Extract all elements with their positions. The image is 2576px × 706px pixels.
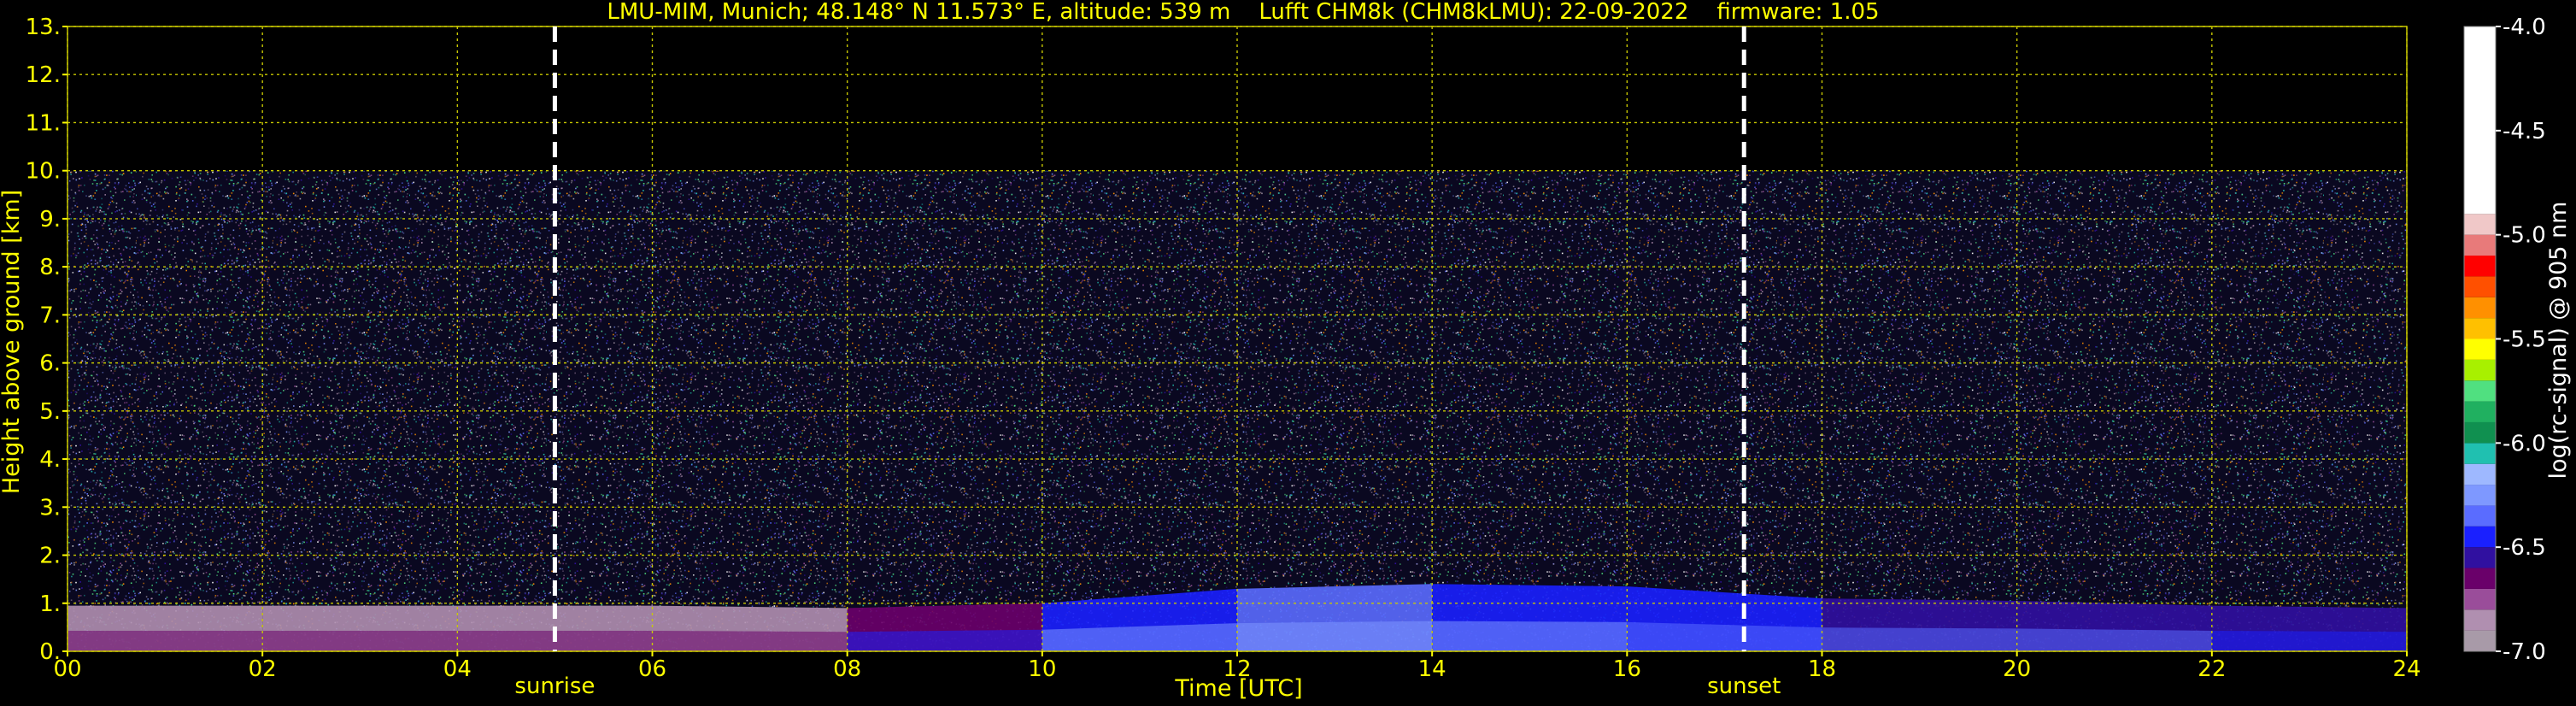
ceilometer-chart: LMU-MIM, Munich; 48.148° N 11.573° E, al…	[0, 0, 2572, 702]
y-tick-label: 3.	[39, 495, 61, 521]
colorbar-swatch	[2464, 526, 2496, 548]
colorbar-swatch	[2464, 505, 2496, 527]
x-tick-label: 20	[2003, 656, 2031, 682]
y-tick-label: 13.	[26, 15, 61, 40]
y-tick-label: 9.	[39, 207, 61, 232]
y-tick-label: 2.	[39, 544, 61, 569]
y-tick-label: 12.	[26, 62, 61, 88]
colorbar-swatch	[2464, 256, 2496, 277]
colorbar-swatch	[2464, 380, 2496, 402]
colorbar-swatch	[2464, 568, 2496, 589]
boundary-layer-core	[847, 629, 1042, 651]
colorbar-swatch	[2464, 588, 2496, 610]
boundary-layer-core	[2016, 628, 2212, 651]
x-tick-label: 22	[2198, 656, 2226, 682]
colorbar-tick-label: -6.0	[2503, 431, 2546, 456]
colorbar-swatch	[2464, 609, 2496, 631]
x-tick-label: 06	[638, 656, 666, 682]
colorbar-swatch	[2464, 214, 2496, 235]
boundary-layer-core	[67, 630, 263, 651]
colorbar-tick-label: -7.0	[2503, 639, 2546, 665]
y-tick-label: 1.	[39, 591, 61, 617]
colorbar-swatch	[2464, 630, 2496, 651]
boundary-layer-core	[262, 630, 458, 651]
colorbar-swatch	[2464, 26, 2496, 215]
y-axis-label: Height above ground [km]	[0, 190, 25, 494]
colorbar-swatch	[2464, 485, 2496, 506]
y-axis-ticks: 0. 1. 2. 3. 4. 5. 6. 7. 8. 9. 10. 11. 12. 13.	[26, 15, 67, 665]
sunrise-label: sunrise	[514, 674, 595, 699]
boundary-layer-core	[1822, 627, 2017, 651]
y-tick-label: 6.	[39, 351, 61, 377]
boundary-layer-core	[652, 630, 848, 651]
colorbar-tick-label: -5.0	[2503, 223, 2546, 249]
y-tick-label: 7.	[39, 303, 61, 328]
colorbar-swatch	[2464, 359, 2496, 381]
y-tick-label: 0.	[39, 639, 61, 665]
y-tick-label: 11.	[26, 110, 61, 136]
colorbar-tick-label: -5.5	[2503, 327, 2546, 353]
y-tick-label: 4.	[39, 447, 61, 473]
x-axis-label: Time [UTC]	[1174, 675, 1302, 702]
colorbar-tick-label: -6.5	[2503, 535, 2546, 561]
x-tick-label: 04	[443, 656, 472, 682]
colorbar-swatch	[2464, 338, 2496, 360]
colorbar-tick-label: -4.5	[2503, 119, 2546, 144]
colorbar-swatch	[2464, 276, 2496, 297]
x-tick-label: 24	[2392, 656, 2421, 682]
y-tick-label: 10.	[26, 159, 61, 185]
colorbar-tick-label: -4.0	[2503, 15, 2546, 40]
colorbar-swatch	[2464, 401, 2496, 422]
x-tick-label: 14	[1418, 656, 1446, 682]
colorbar-swatch	[2464, 297, 2496, 319]
chart-title: LMU-MIM, Munich; 48.148° N 11.573° E, al…	[607, 0, 1879, 25]
x-tick-label: 10	[1028, 656, 1056, 682]
colorbar-swatch	[2464, 318, 2496, 339]
boundary-layer-core	[1432, 621, 1628, 651]
colorbar-swatch	[2464, 443, 2496, 464]
boundary-layer-core	[1237, 621, 1433, 651]
colorbar-label: log(rc-signal) @ 905 nm	[2545, 202, 2572, 479]
x-tick-label: 08	[833, 656, 861, 682]
colorbar-swatch	[2464, 234, 2496, 256]
y-tick-label: 5.	[39, 399, 61, 425]
sunset-label: sunset	[1707, 674, 1781, 699]
plot-area	[67, 26, 2408, 652]
colorbar: -4.0 -4.5 -5.0 -5.5 -6.0 -6.5 -7.0	[2463, 15, 2546, 665]
x-tick-label: 18	[1808, 656, 1836, 682]
y-tick-label: 8.	[39, 255, 61, 280]
boundary-layer-core	[2211, 630, 2407, 651]
colorbar-swatch	[2464, 421, 2496, 444]
colorbar-swatch	[2464, 547, 2496, 568]
x-tick-label: 16	[1613, 656, 1641, 682]
colorbar-swatch	[2464, 463, 2496, 485]
x-tick-label: 02	[249, 656, 277, 682]
